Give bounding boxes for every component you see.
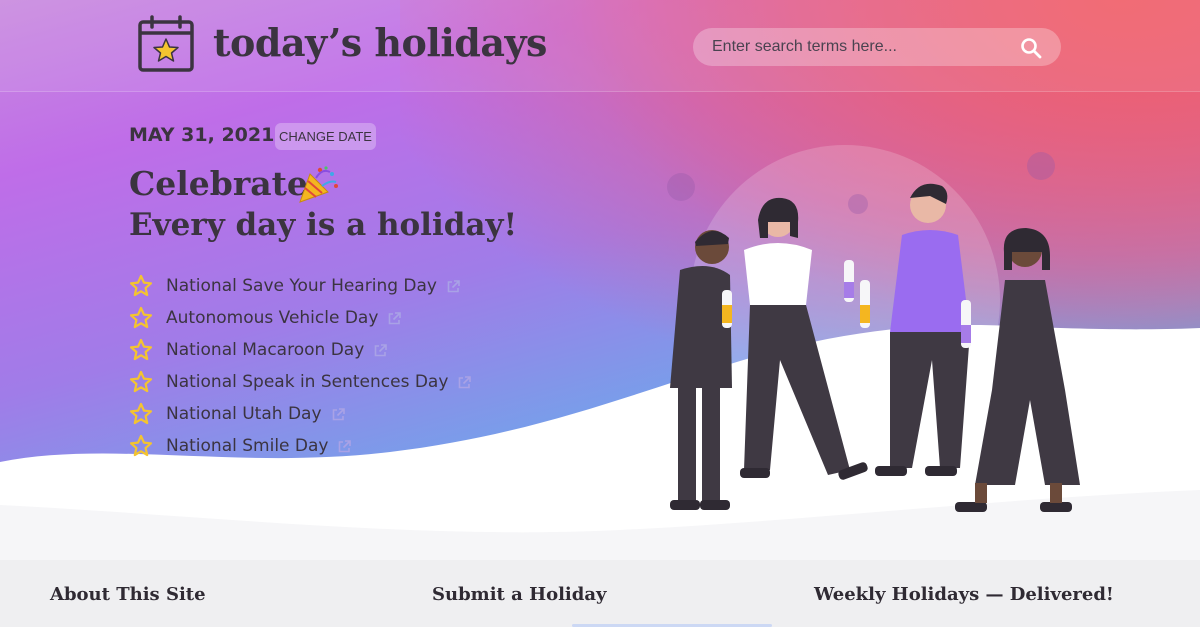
external-link-icon[interactable]	[337, 439, 352, 454]
party-people-illustration	[667, 145, 1080, 512]
change-date-button[interactable]: CHANGE DATE	[275, 123, 376, 150]
list-item: National Speak in Sentences Day	[129, 366, 472, 398]
site-logo-text[interactable]: today’s holidays	[213, 20, 547, 65]
search-input[interactable]	[693, 28, 1061, 66]
external-link-icon[interactable]	[331, 407, 346, 422]
star-icon	[129, 434, 153, 457]
holiday-list: National Save Your Hearing Day Autonomou…	[129, 270, 472, 462]
external-link-icon[interactable]	[373, 343, 388, 358]
holiday-link[interactable]: National Macaroon Day	[166, 340, 364, 360]
star-icon	[129, 306, 153, 329]
holiday-link[interactable]: Autonomous Vehicle Day	[166, 308, 378, 328]
list-item: National Macaroon Day	[129, 334, 472, 366]
search-icon[interactable]	[1020, 37, 1042, 59]
calendar-star-icon[interactable]	[137, 15, 195, 73]
external-link-icon[interactable]	[387, 311, 402, 326]
headline-every-day: Every day is a holiday!	[129, 207, 518, 243]
holiday-link[interactable]: National Save Your Hearing Day	[166, 276, 437, 296]
list-item: National Utah Day	[129, 398, 472, 430]
star-icon	[129, 274, 153, 297]
footer-weekly-heading: Weekly Holidays — Delivered!	[814, 584, 1114, 605]
footer-submit-heading: Submit a Holiday	[432, 584, 607, 605]
external-link-icon[interactable]	[457, 375, 472, 390]
site-header: today’s holidays	[0, 0, 1200, 92]
star-icon	[129, 370, 153, 393]
star-icon	[129, 338, 153, 361]
external-link-icon[interactable]	[446, 279, 461, 294]
headline-celebrate: Celebrate	[129, 164, 308, 203]
star-icon	[129, 402, 153, 425]
list-item: National Save Your Hearing Day	[129, 270, 472, 302]
current-date: MAY 31, 2021	[129, 124, 275, 146]
footer-about-heading: About This Site	[50, 584, 206, 605]
party-popper-icon	[299, 166, 338, 203]
list-item: Autonomous Vehicle Day	[129, 302, 472, 334]
holiday-link[interactable]: National Speak in Sentences Day	[166, 372, 448, 392]
holiday-link[interactable]: National Smile Day	[166, 436, 328, 456]
list-item: National Smile Day	[129, 430, 472, 462]
holiday-link[interactable]: National Utah Day	[166, 404, 322, 424]
